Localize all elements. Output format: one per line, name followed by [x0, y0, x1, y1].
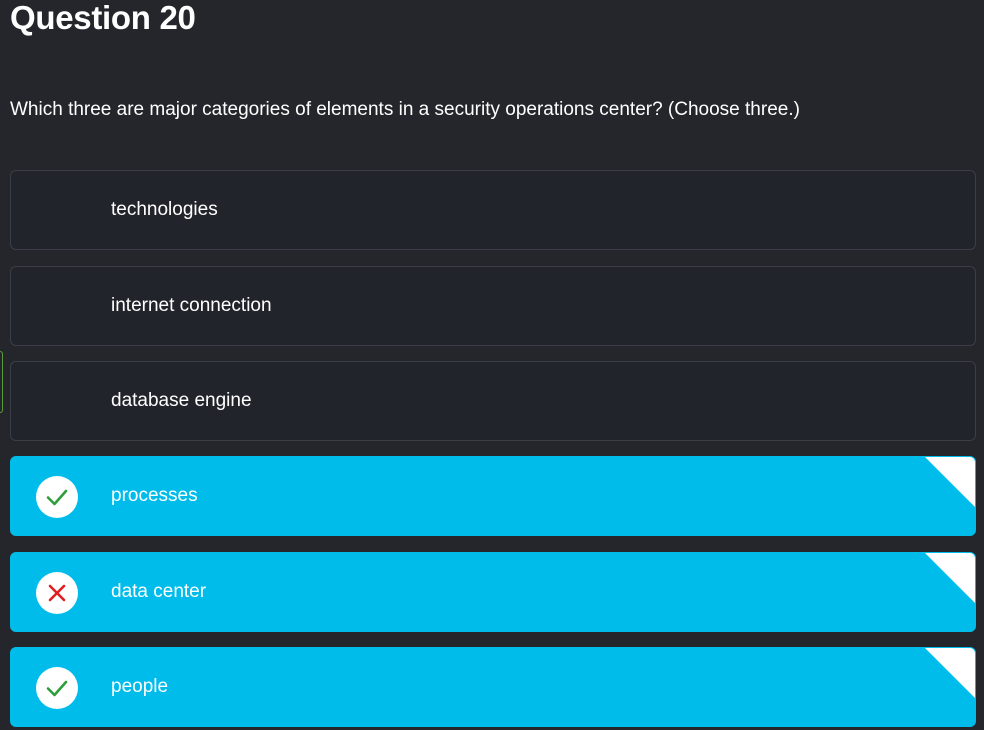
option-data-center[interactable]: data center — [10, 552, 976, 632]
option-people[interactable]: people — [10, 647, 976, 727]
option-label: data center — [111, 581, 207, 602]
option-internet-connection[interactable]: internet connection — [10, 266, 976, 346]
corner-fold-icon — [925, 648, 975, 698]
checkmark-icon — [36, 667, 78, 709]
option-label: processes — [111, 485, 198, 506]
option-technologies[interactable]: technologies — [10, 170, 976, 250]
option-label: database engine — [111, 390, 252, 411]
corner-fold-icon — [925, 457, 975, 507]
scroll-marker — [0, 351, 3, 413]
option-label: internet connection — [111, 295, 272, 316]
corner-fold-icon — [925, 553, 975, 603]
option-database-engine[interactable]: database engine — [10, 361, 976, 441]
checkmark-icon — [36, 476, 78, 518]
option-label: people — [111, 676, 169, 697]
option-label: technologies — [111, 199, 218, 220]
question-title: Question 20 — [10, 0, 196, 36]
question-text: Which three are major categories of elem… — [10, 99, 800, 120]
x-mark-icon — [36, 572, 78, 614]
option-processes[interactable]: processes — [10, 456, 976, 536]
quiz-page: Question 20 Which three are major catego… — [0, 0, 984, 730]
